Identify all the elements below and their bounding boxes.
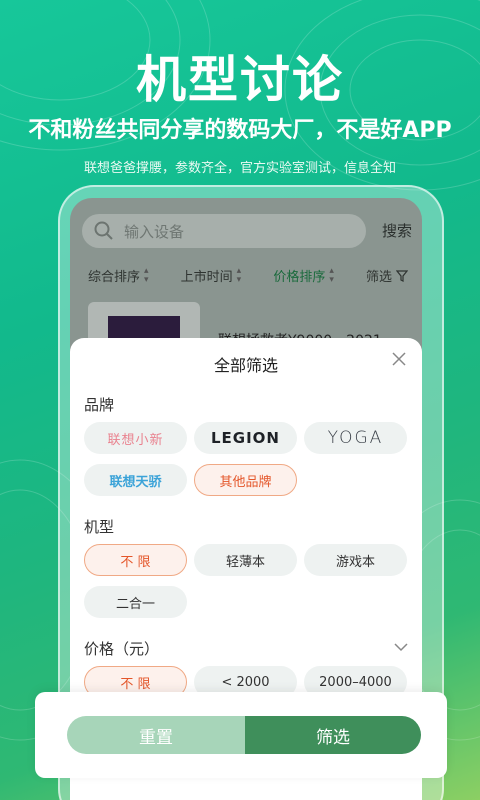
brand-text-legion: LEGION [210,429,280,447]
search-button[interactable]: 搜索 [382,220,412,241]
sort-release-time[interactable]: 上市时间 ▴ ▾ [181,266,242,285]
model-chip-thin[interactable]: 轻薄本 [194,544,297,576]
filter-toggle[interactable]: 筛选 [366,266,408,285]
brand-chip-xiaoxin[interactable]: 联想小新 [84,422,187,454]
sheet-title: 全部筛选 [213,356,278,375]
brand-chip-tianjiao[interactable]: 联想天骄 [84,464,187,496]
brand-text-xiaoxin: 联想小新 [107,432,164,448]
funnel-icon [395,269,408,282]
action-bar: 重置 筛选 [35,692,447,778]
brand-text-yoga: YOGA [327,428,384,448]
hero-title: 机型讨论 [136,51,344,109]
hero-subtitle: 不和粉丝共同分享的数码大厂，不是好APP [28,118,452,143]
sort-arrows-icon: ▴ ▾ [236,265,242,285]
model-chip-2in1[interactable]: 二合一 [84,586,187,618]
search-placeholder: 输入设备 [124,222,185,241]
brand-chip-other[interactable]: 其他品牌 [194,464,297,496]
model-chip-any[interactable]: 不 限 [84,544,187,576]
sort-label: 价格排序 [273,270,326,285]
close-icon[interactable] [390,350,408,368]
search-icon [94,221,113,240]
brand-chip-legion[interactable]: LEGION [194,422,297,454]
brand-label: 品牌 [84,396,115,414]
brand-text-tianjiao: 联想天骄 [109,474,162,490]
hero-tagline: 联想爸爸撑腰，参数齐全，官方实验室测试，信息全知 [83,161,396,176]
sort-label: 上市时间 [180,270,233,285]
search-input[interactable]: 输入设备 [82,214,366,248]
model-chip-gaming[interactable]: 游戏本 [304,544,407,576]
sort-arrows-icon: ▴ ▾ [144,265,149,285]
search-bar: 输入设备 搜索 [82,214,412,248]
price-label: 价格（元） [84,640,160,658]
sort-label: 综合排序 [88,270,141,285]
filter-label: 筛选 [365,270,392,285]
sort-arrows-icon: ▴ ▾ [329,265,334,285]
reset-button[interactable]: 重置 [67,716,245,754]
sort-bar: 综合排序 ▴ ▾ 上市时间 ▴ ▾ 价格排序 ▴ ▾ 筛选 [88,266,408,285]
sort-comprehensive[interactable]: 综合排序 ▴ ▾ [88,266,149,285]
model-label: 机型 [84,518,115,536]
apply-filter-button[interactable]: 筛选 [245,716,421,754]
brand-chip-yoga[interactable]: YOGA [304,422,407,454]
sort-price[interactable]: 价格排序 ▴ ▾ [273,266,334,285]
chevron-down-icon[interactable] [394,642,408,652]
